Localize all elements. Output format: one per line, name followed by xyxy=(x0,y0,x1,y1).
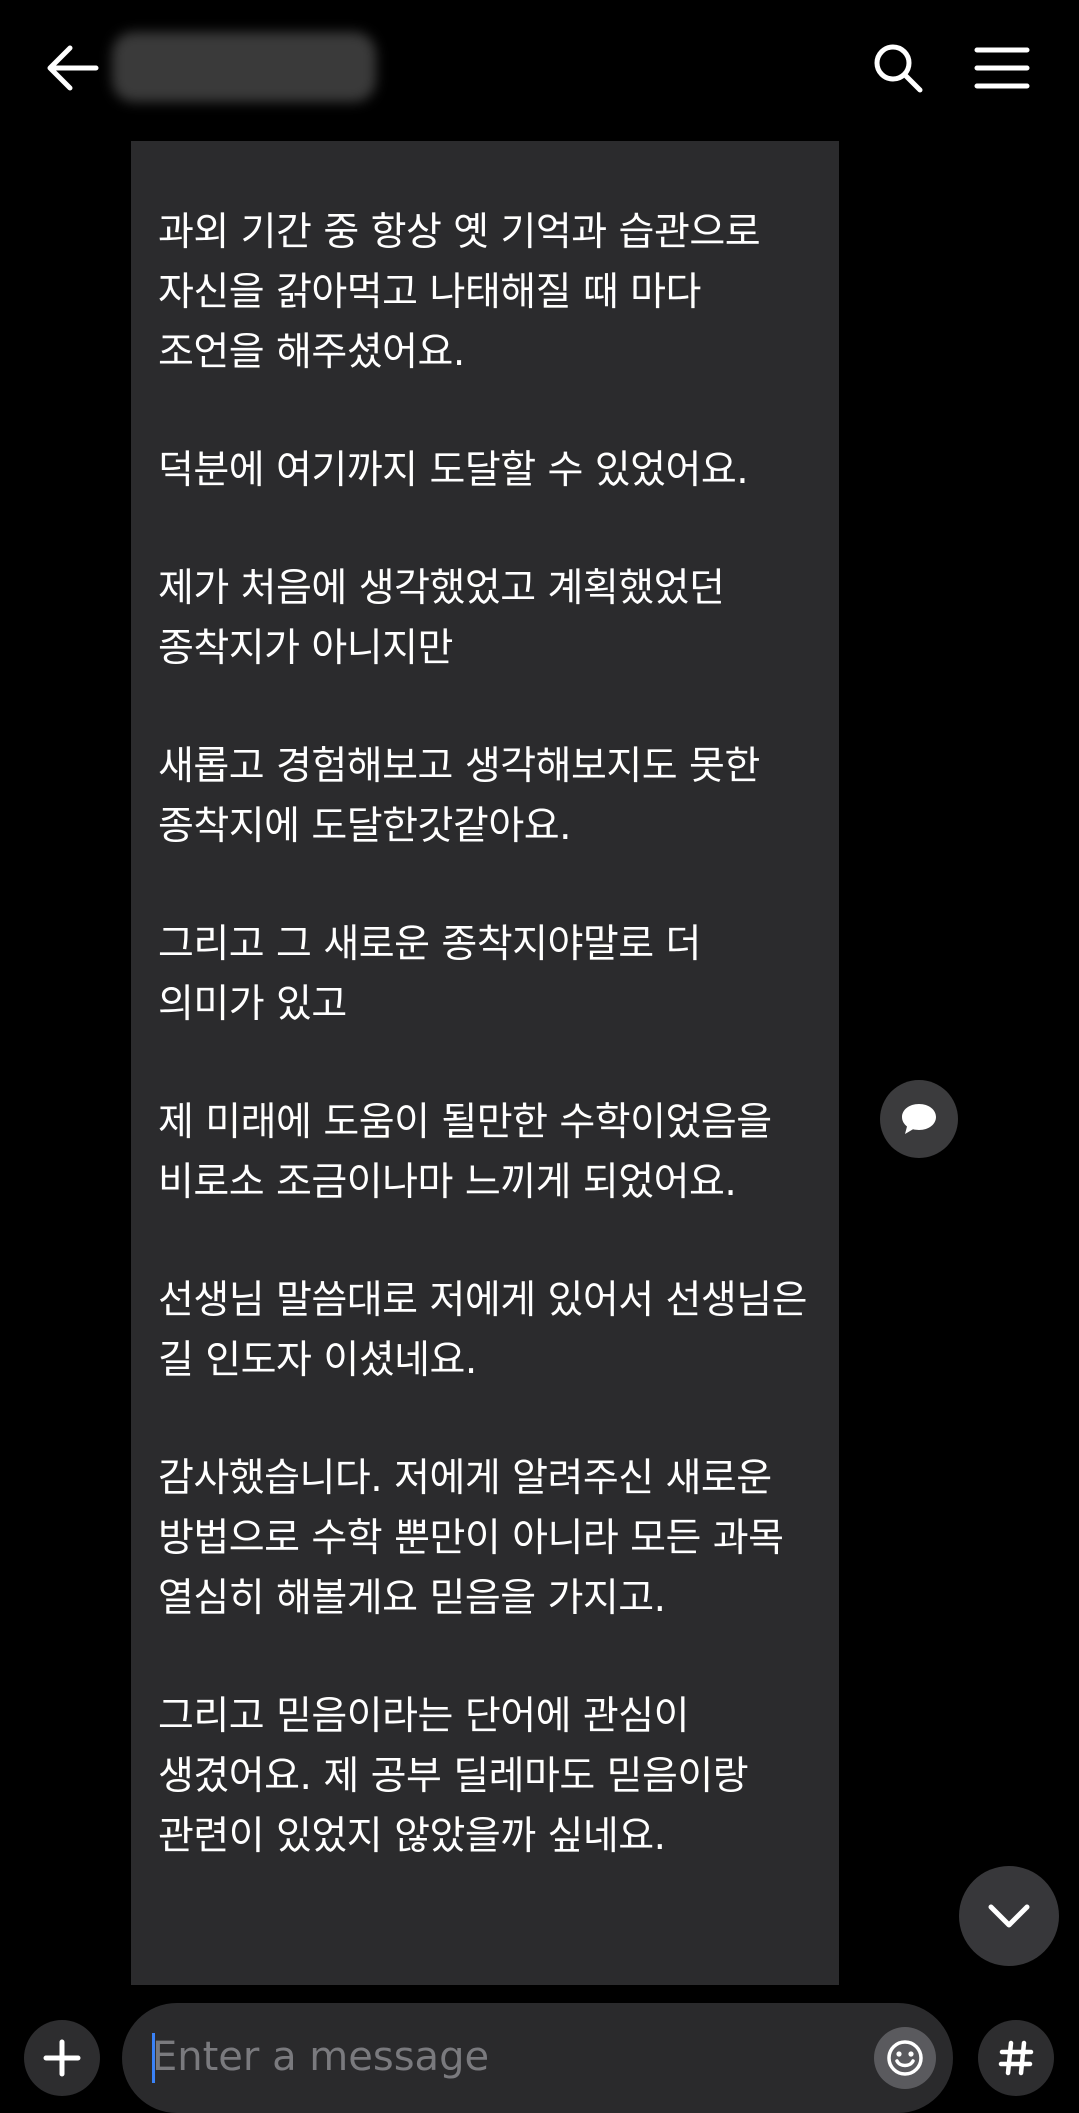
back-button[interactable] xyxy=(40,36,104,100)
text-caret xyxy=(152,2033,155,2083)
hash-icon xyxy=(998,2040,1034,2076)
message-paragraph: 감사했습니다. 저에게 알려주신 새로운 방법으로 수학 뿐만이 아니라 모든 … xyxy=(158,1456,784,1621)
comment-button[interactable] xyxy=(880,1080,958,1158)
message-paragraph: 선생님 말씀대로 저에게 있어서 선생님은 길 인도자 이셨네요. xyxy=(158,1278,808,1383)
message-bubble[interactable]: 과외 기간 중 항상 옛 기억과 습관으로 자신을 갉아먹고 나태해질 때 마다… xyxy=(131,141,839,1985)
message-paragraph: 제 미래에 도움이 될만한 수학이었음을 비로소 조금이나마 느끼게 되었어요. xyxy=(158,1100,772,1205)
message-paragraph: 새롭고 경험해보고 생각해보지도 못한 종착지에 도달한갓같아요. xyxy=(158,744,760,849)
menu-button[interactable] xyxy=(968,36,1036,100)
top-bar xyxy=(0,0,1079,135)
emoji-icon xyxy=(887,2040,923,2076)
chevron-down-icon xyxy=(988,1904,1030,1928)
speech-bubble-icon xyxy=(902,1104,936,1134)
chat-title-redacted xyxy=(112,32,376,102)
search-icon xyxy=(874,44,923,93)
message-paragraph: 그리고 그 새로운 종착지야말로 더 의미가 있고 xyxy=(158,922,701,1027)
search-button[interactable] xyxy=(866,36,930,100)
attach-button[interactable] xyxy=(24,2020,100,2096)
message-composer xyxy=(0,1992,1079,2113)
emoji-button[interactable] xyxy=(874,2027,936,2089)
message-paragraph: 과외 기간 중 항상 옛 기억과 습관으로 자신을 갉아먹고 나태해질 때 마다… xyxy=(158,210,761,375)
message-paragraph: 그리고 믿음이라는 단어에 관심이 생겼어요. 제 공부 딜레마도 믿음이랑 관… xyxy=(158,1694,749,1859)
hamburger-menu-icon xyxy=(974,47,1030,89)
hashtag-button[interactable] xyxy=(978,2020,1054,2096)
message-paragraph: 제가 처음에 생각했었고 계획했었던 종착지가 아니지만 xyxy=(158,566,725,671)
message-input-container[interactable] xyxy=(122,2003,953,2113)
arrow-left-icon xyxy=(47,45,99,91)
message-input[interactable] xyxy=(152,2023,872,2091)
plus-icon xyxy=(43,2039,81,2077)
scroll-to-bottom-button[interactable] xyxy=(959,1866,1059,1966)
message-paragraph: 덕분에 여기까지 도달할 수 있었어요. xyxy=(158,448,749,493)
